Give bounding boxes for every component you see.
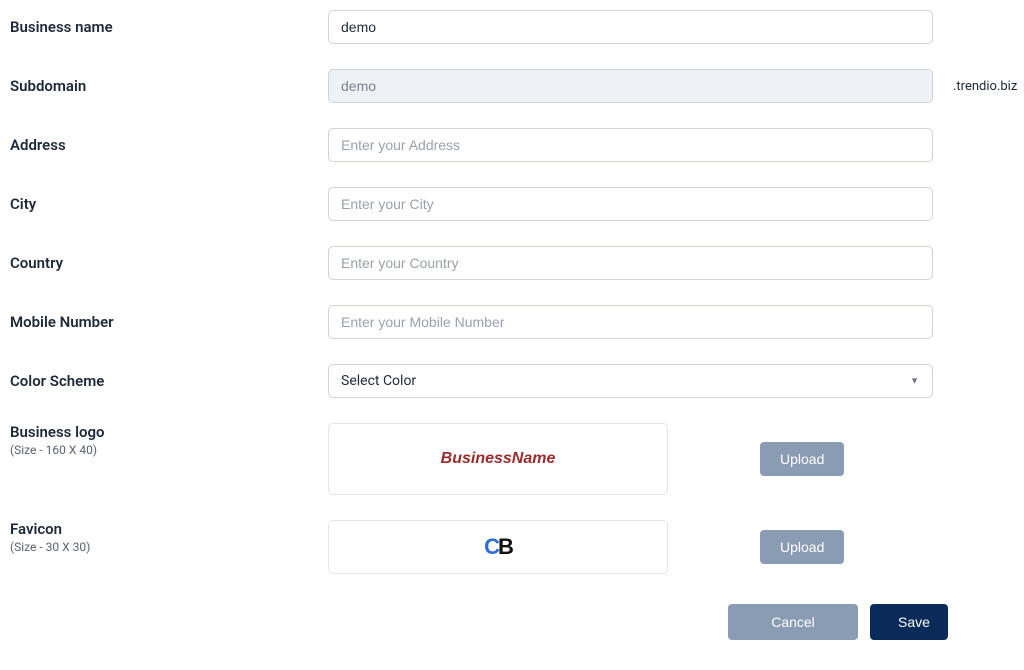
label-business-logo-sub: (Size - 160 X 40) — [10, 443, 328, 457]
row-country: Country — [10, 246, 1004, 280]
business-logo-preview: BusinessName — [328, 423, 668, 495]
favicon-placeholder-icon: CB — [484, 534, 512, 560]
label-color-scheme: Color Scheme — [10, 372, 328, 390]
row-mobile: Mobile Number — [10, 305, 1004, 339]
subdomain-input — [328, 69, 933, 103]
upload-favicon-button[interactable]: Upload — [760, 530, 844, 564]
label-mobile: Mobile Number — [10, 313, 328, 331]
cancel-button[interactable]: Cancel — [728, 604, 858, 640]
favicon-preview: CB — [328, 520, 668, 574]
row-address: Address — [10, 128, 1004, 162]
save-button[interactable]: Save — [870, 604, 948, 640]
label-business-logo: Business logo (Size - 160 X 40) — [10, 423, 328, 457]
row-business-name: Business name — [10, 10, 1004, 44]
label-city: City — [10, 195, 328, 213]
label-subdomain: Subdomain — [10, 77, 328, 95]
color-scheme-select[interactable]: Select Color — [328, 364, 933, 398]
label-favicon-sub: (Size - 30 X 30) — [10, 540, 328, 554]
label-country: Country — [10, 254, 328, 272]
row-color-scheme: Color Scheme Select Color ▼ — [10, 364, 1004, 398]
row-business-logo: Business logo (Size - 160 X 40) Business… — [10, 423, 1004, 495]
upload-logo-button[interactable]: Upload — [760, 442, 844, 476]
row-favicon: Favicon (Size - 30 X 30) CB Upload — [10, 520, 1004, 574]
row-subdomain: Subdomain .trendio.biz — [10, 69, 1004, 103]
logo-placeholder-text: BusinessName — [441, 450, 556, 468]
actions-row: Cancel Save — [728, 604, 1004, 640]
mobile-input[interactable] — [328, 305, 933, 339]
subdomain-suffix: .trendio.biz — [953, 79, 1017, 94]
label-favicon: Favicon (Size - 30 X 30) — [10, 520, 328, 554]
label-address: Address — [10, 136, 328, 154]
row-city: City — [10, 187, 1004, 221]
address-input[interactable] — [328, 128, 933, 162]
city-input[interactable] — [328, 187, 933, 221]
label-business-name: Business name — [10, 18, 328, 36]
business-name-input[interactable] — [328, 10, 933, 44]
country-input[interactable] — [328, 246, 933, 280]
